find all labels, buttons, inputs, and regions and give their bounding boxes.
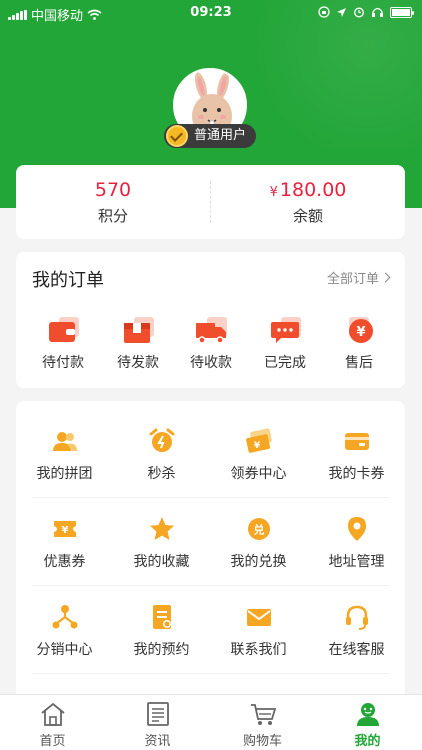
order-pending-receipt[interactable]: 待收款 — [174, 316, 248, 372]
grid-divider — [32, 497, 389, 498]
truck-icon — [196, 317, 227, 344]
all-orders-link[interactable]: 全部订单 — [326, 268, 391, 287]
headset-icon — [345, 605, 368, 630]
balance-stat[interactable]: ¥180.00 余额 — [211, 165, 405, 239]
service-appointments[interactable]: 我的预约 — [113, 603, 210, 659]
service-flash-sale-label: 秒杀 — [147, 466, 176, 482]
tab-cart[interactable]: 购物车 — [210, 701, 315, 749]
news-icon — [146, 702, 169, 726]
location-arrow-icon — [337, 7, 346, 17]
order-after-sales-label: 售后 — [345, 355, 373, 371]
my-orders-card: 我的订单 全部订单 待付款 待发款 待收款 已完成 ¥ 售后 — [16, 252, 405, 388]
service-favorites[interactable]: 我的收藏 — [113, 515, 210, 571]
service-group-buy[interactable]: 我的拼团 — [16, 427, 113, 483]
ticket-icon: ¥ — [245, 428, 272, 453]
svg-text:¥: ¥ — [61, 525, 68, 536]
user-level-label: 普通用户 — [194, 128, 247, 143]
order-completed-label: 已完成 — [264, 355, 306, 371]
service-redemptions-label: 我的兑换 — [230, 554, 287, 570]
chevron-right-icon — [380, 272, 391, 283]
appointment-icon — [152, 605, 171, 629]
service-online-support-label: 在线客服 — [328, 642, 385, 658]
service-coupons[interactable]: ¥ 优惠券 — [16, 515, 113, 571]
service-online-support[interactable]: 在线客服 — [308, 603, 405, 659]
yen-circle-icon: ¥ — [349, 317, 373, 343]
wallet-icon — [49, 317, 79, 342]
account-stats-card: 570 积分 ¥180.00 余额 — [16, 165, 405, 239]
points-label: 积分 — [97, 207, 128, 225]
tab-news-label: 资讯 — [144, 734, 171, 749]
network-icon — [52, 605, 77, 629]
grid-divider — [32, 673, 389, 674]
tab-mine[interactable]: 我的 — [315, 701, 420, 749]
exchange-icon: 兑 — [247, 518, 270, 540]
points-value: 570 — [94, 179, 132, 201]
order-pending-shipment-label: 待发款 — [117, 355, 159, 371]
service-distribution-label: 分销中心 — [36, 642, 93, 658]
chat-done-icon — [271, 317, 301, 343]
alarm-clock-icon — [149, 428, 174, 452]
location-pin-icon — [347, 517, 366, 541]
svg-text:¥: ¥ — [356, 325, 365, 340]
home-icon — [40, 702, 65, 726]
currency-symbol: ¥ — [269, 185, 278, 200]
service-redemptions[interactable]: 兑 我的兑换 — [210, 515, 307, 571]
cart-icon — [250, 704, 276, 725]
balance-label: 余额 — [292, 207, 323, 225]
bottom-tab-bar: 首页 资讯 购物车 我的 — [0, 694, 422, 750]
service-contact-us[interactable]: 联系我们 — [210, 603, 307, 659]
order-pending-payment[interactable]: 待付款 — [26, 316, 100, 372]
svg-text:兑: 兑 — [253, 523, 264, 537]
tab-news[interactable]: 资讯 — [105, 701, 210, 749]
coupon-icon: ¥ — [53, 521, 76, 537]
service-coupon-center-label: 领券中心 — [230, 466, 287, 482]
service-flash-sale[interactable]: 秒杀 — [113, 427, 210, 483]
battery-icon — [390, 6, 414, 18]
svg-text:¥: ¥ — [253, 441, 260, 451]
service-distribution[interactable]: 分销中心 — [16, 603, 113, 659]
card-icon — [344, 433, 369, 450]
service-my-cards[interactable]: 我的卡券 — [308, 427, 405, 483]
order-after-sales[interactable]: ¥ 售后 — [322, 316, 396, 372]
tab-home[interactable]: 首页 — [0, 701, 105, 749]
balance-value: 180.00 — [279, 179, 347, 201]
tab-mine-label: 我的 — [354, 734, 381, 749]
all-orders-label: 全部订单 — [326, 272, 379, 287]
service-favorites-label: 我的收藏 — [133, 554, 190, 570]
mail-icon — [246, 609, 271, 626]
member-check-icon — [166, 125, 188, 147]
order-pending-receipt-label: 待收款 — [190, 355, 232, 371]
service-contact-us-label: 联系我们 — [230, 642, 287, 658]
service-appointments-label: 我的预约 — [133, 642, 190, 658]
status-bar: 中国移动 09:23 — [0, 0, 422, 26]
alarm-icon — [354, 7, 364, 18]
package-icon — [124, 317, 154, 343]
user-icon — [356, 703, 379, 726]
services-grid: 我的拼团 秒杀 ¥ 领券中心 我的卡券 ¥ 优惠券 我的收藏 兑 我的兑换 地址… — [16, 401, 405, 701]
group-users-icon — [52, 432, 77, 451]
order-completed[interactable]: 已完成 — [248, 316, 322, 372]
headphones-icon — [372, 7, 383, 17]
grid-divider — [32, 585, 389, 586]
points-stat[interactable]: 570 积分 — [16, 165, 210, 239]
service-coupons-label: 优惠券 — [43, 554, 86, 570]
star-icon — [149, 517, 174, 540]
service-address-label: 地址管理 — [328, 554, 385, 570]
orders-title: 我的订单 — [32, 270, 104, 291]
user-level-badge: 普通用户 — [164, 124, 257, 148]
service-address[interactable]: 地址管理 — [308, 515, 405, 571]
service-coupon-center[interactable]: ¥ 领券中心 — [210, 427, 307, 483]
order-pending-payment-label: 待付款 — [42, 355, 84, 371]
tab-home-label: 首页 — [39, 734, 66, 749]
service-my-cards-label: 我的卡券 — [328, 466, 385, 482]
tab-cart-label: 购物车 — [242, 734, 282, 749]
lock-rotation-icon — [318, 6, 330, 18]
service-group-buy-label: 我的拼团 — [36, 466, 93, 482]
order-pending-shipment[interactable]: 待发款 — [101, 316, 175, 372]
